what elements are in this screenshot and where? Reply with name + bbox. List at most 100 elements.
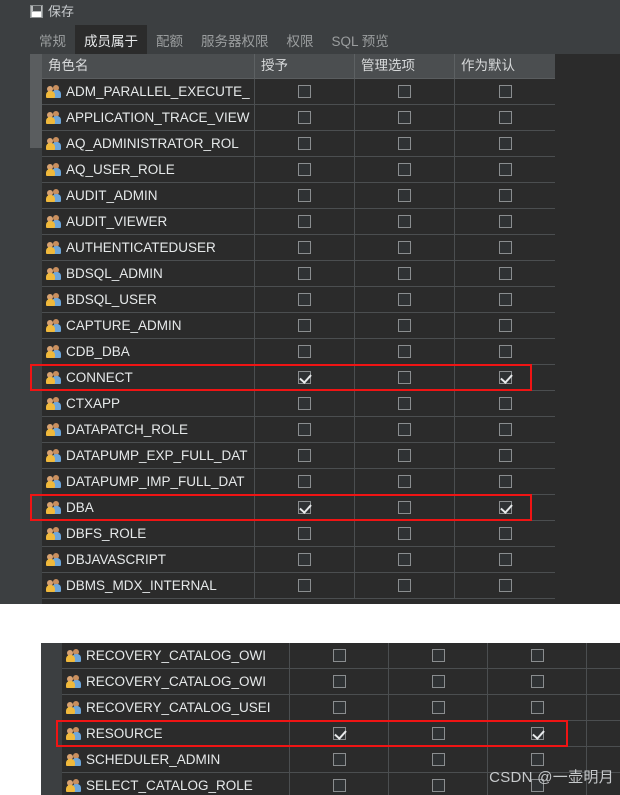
grant-cell[interactable] xyxy=(255,469,355,494)
default-checkbox[interactable] xyxy=(530,727,544,740)
admin-option-checkbox[interactable] xyxy=(398,449,411,462)
role-name-cell[interactable]: DATAPUMP_IMP_FULL_DAT xyxy=(42,469,255,494)
admin-option-cell[interactable] xyxy=(389,643,488,668)
table-row[interactable]: AUDIT_ADMIN xyxy=(42,183,555,209)
grant-checkbox[interactable] xyxy=(298,423,311,436)
grant-checkbox[interactable] xyxy=(298,579,311,592)
admin-option-cell[interactable] xyxy=(355,287,455,312)
admin-option-checkbox[interactable] xyxy=(431,649,445,662)
admin-option-checkbox[interactable] xyxy=(398,371,411,384)
role-name-cell[interactable]: ADM_PARALLEL_EXECUTE_ xyxy=(42,79,255,104)
admin-option-cell[interactable] xyxy=(355,391,455,416)
admin-option-checkbox[interactable] xyxy=(398,137,411,150)
table-row[interactable]: ADM_PARALLEL_EXECUTE_ xyxy=(42,79,555,105)
role-name-cell[interactable]: RECOVERY_CATALOG_OWI xyxy=(62,669,290,694)
grant-checkbox[interactable] xyxy=(298,267,311,280)
default-checkbox[interactable] xyxy=(530,701,544,714)
default-cell[interactable] xyxy=(488,695,587,720)
grant-checkbox[interactable] xyxy=(298,137,311,150)
admin-option-cell[interactable] xyxy=(355,235,455,260)
default-checkbox[interactable] xyxy=(498,85,512,98)
grid-vertical-scrollbar[interactable] xyxy=(30,54,42,604)
admin-option-cell[interactable] xyxy=(389,695,488,720)
admin-option-cell[interactable] xyxy=(355,79,455,104)
default-cell[interactable] xyxy=(455,79,555,104)
grant-checkbox[interactable] xyxy=(298,475,311,488)
column-header-admin-option[interactable]: 管理选项 xyxy=(355,54,455,78)
grant-cell[interactable] xyxy=(255,105,355,130)
default-cell[interactable] xyxy=(455,313,555,338)
role-name-cell[interactable]: AQ_ADMINISTRATOR_ROL xyxy=(42,131,255,156)
admin-option-checkbox[interactable] xyxy=(398,553,411,566)
default-cell[interactable] xyxy=(455,547,555,572)
role-name-cell[interactable]: DBA xyxy=(42,495,255,520)
admin-option-checkbox[interactable] xyxy=(398,397,411,410)
default-cell[interactable] xyxy=(455,209,555,234)
default-checkbox[interactable] xyxy=(498,449,512,462)
role-name-cell[interactable]: CAPTURE_ADMIN xyxy=(42,313,255,338)
default-checkbox[interactable] xyxy=(530,675,544,688)
admin-option-cell[interactable] xyxy=(355,469,455,494)
role-name-cell[interactable]: DATAPUMP_EXP_FULL_DAT xyxy=(42,443,255,468)
default-cell[interactable] xyxy=(455,365,555,390)
default-cell[interactable] xyxy=(455,131,555,156)
tab-0[interactable]: 常规 xyxy=(30,25,75,54)
table-row[interactable]: AUDIT_VIEWER xyxy=(42,209,555,235)
role-name-cell[interactable]: BDSQL_ADMIN xyxy=(42,261,255,286)
admin-option-checkbox[interactable] xyxy=(398,319,411,332)
admin-option-cell[interactable] xyxy=(389,773,488,795)
role-name-cell[interactable]: RECOVERY_CATALOG_OWI xyxy=(62,643,290,668)
table-row[interactable]: RECOVERY_CATALOG_OWI xyxy=(62,643,620,669)
grant-cell[interactable] xyxy=(255,131,355,156)
default-checkbox[interactable] xyxy=(498,137,512,150)
table-row[interactable]: DBMS_MDX_INTERNAL xyxy=(42,573,555,599)
admin-option-cell[interactable] xyxy=(355,261,455,286)
admin-option-cell[interactable] xyxy=(355,365,455,390)
default-checkbox[interactable] xyxy=(498,267,512,280)
admin-option-checkbox[interactable] xyxy=(398,241,411,254)
admin-option-cell[interactable] xyxy=(355,339,455,364)
admin-option-checkbox[interactable] xyxy=(398,189,411,202)
table-row[interactable]: AQ_ADMINISTRATOR_ROL xyxy=(42,131,555,157)
grant-cell[interactable] xyxy=(255,157,355,182)
scrollbar-thumb[interactable] xyxy=(30,54,42,148)
grant-checkbox[interactable] xyxy=(332,753,346,766)
grant-checkbox[interactable] xyxy=(332,727,346,740)
grant-cell[interactable] xyxy=(255,209,355,234)
table-row[interactable]: DBFS_ROLE xyxy=(42,521,555,547)
admin-option-checkbox[interactable] xyxy=(431,701,445,714)
role-name-cell[interactable]: AUDIT_VIEWER xyxy=(42,209,255,234)
table-row[interactable]: DATAPUMP_IMP_FULL_DAT xyxy=(42,469,555,495)
admin-option-cell[interactable] xyxy=(355,313,455,338)
table-row[interactable]: BDSQL_USER xyxy=(42,287,555,313)
grant-checkbox[interactable] xyxy=(298,397,311,410)
admin-option-checkbox[interactable] xyxy=(398,423,411,436)
table-row[interactable]: CONNECT xyxy=(42,365,555,391)
grant-checkbox[interactable] xyxy=(298,111,311,124)
default-checkbox[interactable] xyxy=(498,189,512,202)
column-header-default[interactable]: 作为默认 xyxy=(455,54,555,78)
role-name-cell[interactable]: DBMS_MDX_INTERNAL xyxy=(42,573,255,598)
role-name-cell[interactable]: DBJAVASCRIPT xyxy=(42,547,255,572)
table-row[interactable]: APPLICATION_TRACE_VIEW xyxy=(42,105,555,131)
grant-cell[interactable] xyxy=(255,521,355,546)
grant-checkbox[interactable] xyxy=(332,675,346,688)
default-checkbox[interactable] xyxy=(498,345,512,358)
default-checkbox[interactable] xyxy=(498,475,512,488)
admin-option-cell[interactable] xyxy=(389,721,488,746)
grant-cell[interactable] xyxy=(255,183,355,208)
table-row[interactable]: RESOURCE xyxy=(62,721,620,747)
admin-option-checkbox[interactable] xyxy=(431,675,445,688)
default-checkbox[interactable] xyxy=(530,649,544,662)
table-row[interactable]: AQ_USER_ROLE xyxy=(42,157,555,183)
grant-cell[interactable] xyxy=(255,443,355,468)
default-cell[interactable] xyxy=(455,521,555,546)
grant-cell[interactable] xyxy=(290,669,389,694)
tab-3[interactable]: 服务器权限 xyxy=(192,25,278,54)
default-checkbox[interactable] xyxy=(530,753,544,766)
table-row[interactable]: DBJAVASCRIPT xyxy=(42,547,555,573)
table-row[interactable]: DATAPUMP_EXP_FULL_DAT xyxy=(42,443,555,469)
tab-4[interactable]: 权限 xyxy=(278,25,323,54)
grant-cell[interactable] xyxy=(290,643,389,668)
grant-checkbox[interactable] xyxy=(298,163,311,176)
